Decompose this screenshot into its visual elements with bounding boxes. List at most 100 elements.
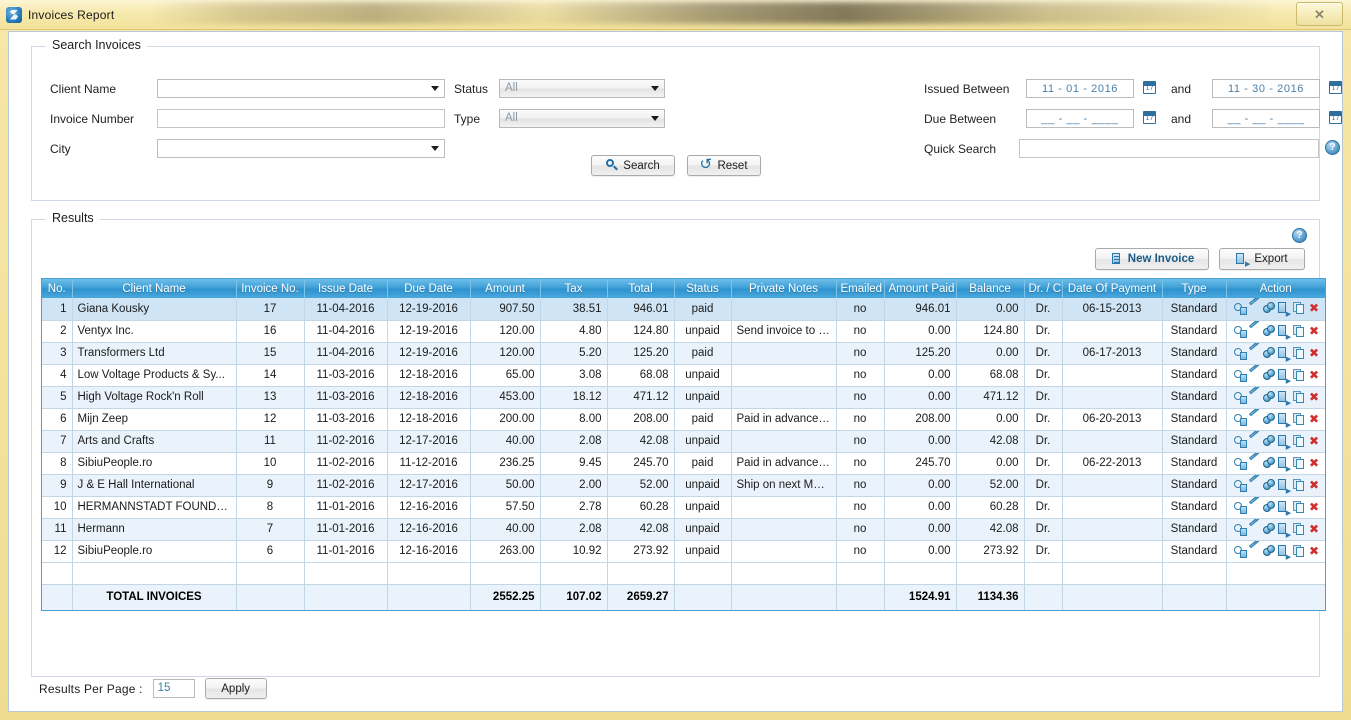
table-row[interactable]: 7 Arts and Crafts 11 11-02-2016 12-17-2016 40… [42,430,1325,453]
delete-invoice-icon[interactable]: ✖ [1308,456,1320,470]
view-invoice-icon[interactable] [1233,523,1247,536]
duplicate-invoice-icon[interactable] [1293,522,1305,536]
view-invoice-icon[interactable] [1233,435,1247,448]
edit-invoice-icon[interactable] [1248,479,1260,492]
view-invoice-icon[interactable] [1233,413,1247,426]
column-header-issue-date[interactable]: Issue Date [304,279,388,298]
column-header-emailed[interactable]: Emailed [836,279,885,298]
table-row[interactable]: 9J & E Hall International 9 11-02-2016 12-1… [42,474,1325,497]
table-row[interactable]: 4 Low Voltage Products & Sy... 14 11-03-201… [42,364,1325,387]
column-header-date-of-payment[interactable]: Date Of Payment [1062,279,1163,298]
edit-invoice-icon[interactable] [1248,413,1260,426]
table-row[interactable]: 3 Transformers Ltd 15 11-04-2016 12-19-2016 1… [42,342,1325,365]
delete-invoice-icon[interactable]: ✖ [1308,302,1320,315]
table-row[interactable]: 1 Giana Kousky 17 11-04-2016 12-19-2016 907.5… [42,298,1325,321]
duplicate-invoice-icon[interactable] [1293,412,1305,426]
send-invoice-icon[interactable] [1278,346,1291,363]
client-name-combo[interactable] [157,79,445,98]
reset-button[interactable]: Reset [686,155,761,176]
table-row[interactable]: 12 SibiuPeople.ro 6 11-01-2016 12-16-2016 263… [42,540,1325,563]
help-icon[interactable]: ? [1292,228,1307,243]
send-invoice-icon[interactable] [1278,302,1291,318]
record-payment-icon[interactable] [1263,302,1276,315]
view-invoice-icon[interactable] [1233,391,1247,404]
results-per-page-input[interactable]: 15 [152,679,195,698]
duplicate-invoice-icon[interactable] [1293,544,1305,558]
view-invoice-icon[interactable] [1233,369,1247,382]
record-payment-icon[interactable] [1263,522,1276,536]
column-header-total[interactable]: Total [607,279,675,298]
new-invoice-button[interactable]: New Invoice [1095,248,1209,270]
column-header-private-notes[interactable]: Private Notes [731,279,837,298]
send-invoice-icon[interactable] [1278,368,1291,385]
duplicate-invoice-icon[interactable] [1293,456,1305,470]
table-row[interactable]: 11 Hermann 7 11-01-2016 12-16-2016 40.00 2.08 4… [42,518,1325,541]
delete-invoice-icon[interactable]: ✖ [1308,500,1320,514]
calendar-icon[interactable] [1143,81,1156,94]
delete-invoice-icon[interactable]: ✖ [1308,324,1320,338]
calendar-icon[interactable] [1329,81,1342,94]
edit-invoice-icon[interactable] [1248,457,1260,470]
view-invoice-icon[interactable] [1233,479,1247,492]
column-header-tax[interactable]: Tax [540,279,608,298]
view-invoice-icon[interactable] [1233,545,1247,558]
due-from-date-input[interactable]: __ - __ - ____ [1026,109,1134,128]
record-payment-icon[interactable] [1263,346,1276,360]
table-row[interactable]: 10 HERMANNSTADT FOUNDAT... 8 11-01-2016 12-1… [42,496,1325,519]
delete-invoice-icon[interactable]: ✖ [1308,434,1320,448]
table-row[interactable]: 6 Mijn Zeep 12 11-03-2016 12-18-2016 200.00 8.… [42,408,1325,431]
send-invoice-icon[interactable] [1278,434,1291,451]
delete-invoice-icon[interactable]: ✖ [1308,522,1320,536]
send-invoice-icon[interactable] [1278,544,1291,561]
duplicate-invoice-icon[interactable] [1293,478,1305,492]
delete-invoice-icon[interactable]: ✖ [1308,368,1320,382]
edit-invoice-icon[interactable] [1248,325,1260,338]
edit-invoice-icon[interactable] [1248,302,1260,315]
delete-invoice-icon[interactable]: ✖ [1308,544,1320,558]
view-invoice-icon[interactable] [1233,302,1247,316]
column-header-status[interactable]: Status [674,279,732,298]
search-button[interactable]: Search [590,155,675,176]
table-row[interactable]: 8 SibiuPeople.ro 10 11-02-2016 11-12-2016 236… [42,452,1325,475]
view-invoice-icon[interactable] [1233,325,1247,338]
edit-invoice-icon[interactable] [1248,523,1260,536]
send-invoice-icon[interactable] [1278,500,1291,517]
delete-invoice-icon[interactable]: ✖ [1308,412,1320,426]
column-header-due-date[interactable]: Due Date [387,279,471,298]
column-header-invoice-no[interactable]: Invoice No. [236,279,305,298]
delete-invoice-icon[interactable]: ✖ [1308,346,1320,360]
duplicate-invoice-icon[interactable] [1293,368,1305,382]
delete-invoice-icon[interactable]: ✖ [1308,390,1320,404]
view-invoice-icon[interactable] [1233,501,1247,514]
edit-invoice-icon[interactable] [1248,545,1260,558]
send-invoice-icon[interactable] [1278,478,1291,495]
column-header-client-name[interactable]: Client Name [72,279,237,298]
view-invoice-icon[interactable] [1233,347,1247,360]
status-combo[interactable]: All [499,79,665,98]
close-window-button[interactable]: ✕ [1296,2,1343,26]
edit-invoice-icon[interactable] [1248,391,1260,404]
record-payment-icon[interactable] [1263,500,1276,514]
duplicate-invoice-icon[interactable] [1293,434,1305,448]
calendar-icon[interactable] [1143,111,1156,124]
column-header-type[interactable]: Type [1162,279,1227,298]
column-header-no[interactable]: No. [42,279,73,298]
duplicate-invoice-icon[interactable] [1293,500,1305,514]
delete-invoice-icon[interactable]: ✖ [1308,478,1320,492]
type-combo[interactable]: All [499,109,665,128]
due-to-date-input[interactable]: __ - __ - ____ [1212,109,1320,128]
issued-from-date-input[interactable]: 11 - 01 - 2016 [1026,79,1134,98]
duplicate-invoice-icon[interactable] [1293,302,1305,315]
column-header-balance[interactable]: Balance [956,279,1025,298]
edit-invoice-icon[interactable] [1248,369,1260,382]
send-invoice-icon[interactable] [1278,456,1291,473]
send-invoice-icon[interactable] [1278,522,1291,539]
apply-button[interactable]: Apply [204,678,267,699]
record-payment-icon[interactable] [1263,368,1276,382]
duplicate-invoice-icon[interactable] [1293,390,1305,404]
record-payment-icon[interactable] [1263,478,1276,492]
record-payment-icon[interactable] [1263,324,1276,338]
duplicate-invoice-icon[interactable] [1293,324,1305,338]
table-row[interactable]: 2 Ventyx Inc. 16 11-04-2016 12-19-2016 120.00… [42,320,1325,343]
issued-to-date-input[interactable]: 11 - 30 - 2016 [1212,79,1320,98]
